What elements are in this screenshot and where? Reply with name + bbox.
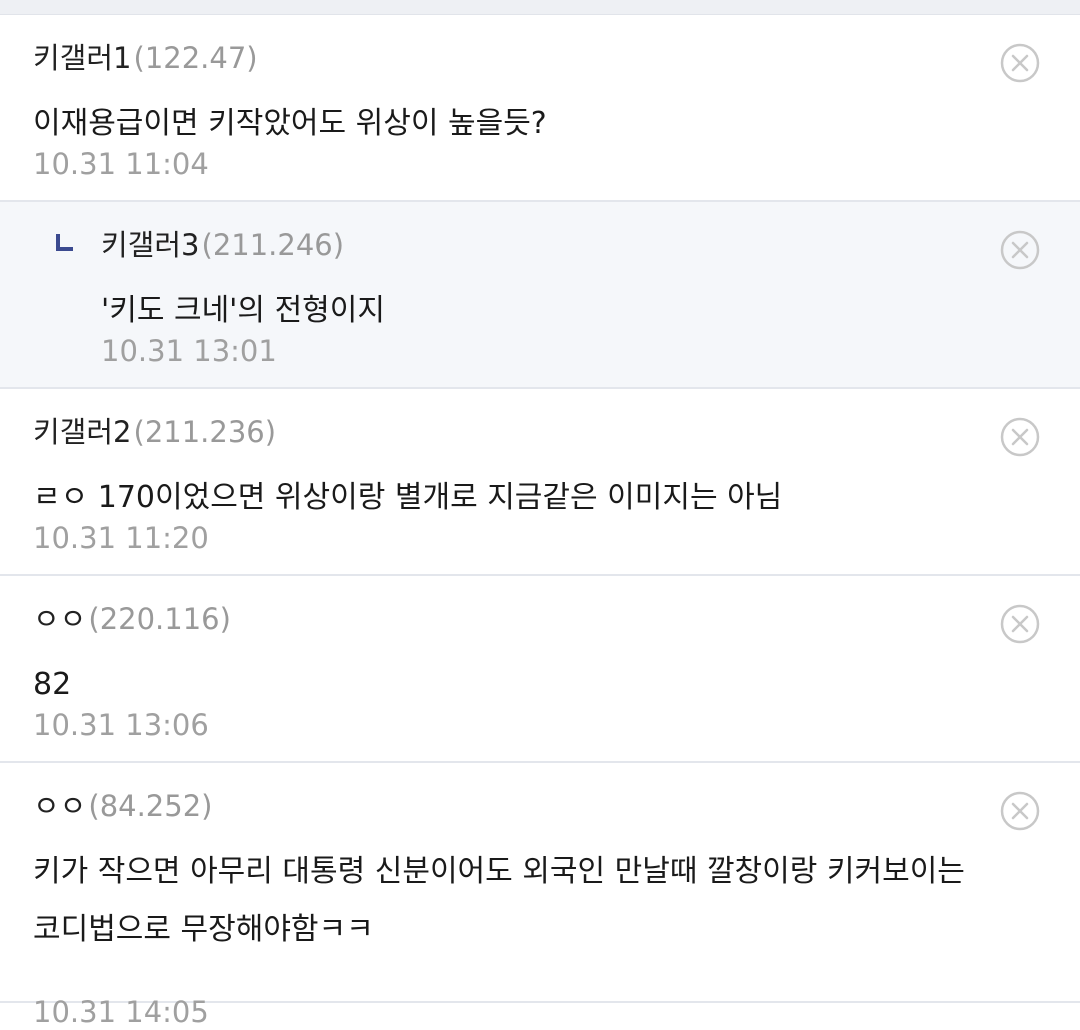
close-circle-icon bbox=[1000, 791, 1040, 831]
comment-nickname[interactable]: 키갤러2 bbox=[33, 415, 132, 449]
comment-ip: (220.116) bbox=[88, 602, 231, 636]
reply-arrow-icon bbox=[56, 234, 73, 251]
comment-ip: (211.236) bbox=[133, 415, 277, 449]
comment-text: ㄹㅇ 170이었으면 위상이랑 별개로 지금같은 이미지는 아님 bbox=[33, 480, 783, 515]
comment-timestamp: 10.31 14:05 bbox=[33, 995, 209, 1029]
comment-nickname[interactable]: ㅇㅇ bbox=[33, 602, 86, 636]
close-circle-icon bbox=[1000, 43, 1040, 83]
comment-item: 키갤러2(211.236) ㄹㅇ 170이었으면 위상이랑 별개로 지금같은 이… bbox=[0, 389, 1080, 576]
delete-comment-button[interactable] bbox=[1000, 791, 1040, 831]
reply-item: 키갤러3(211.246) '키도 크네'의 전형이지 10.31 13:01 bbox=[0, 202, 1080, 389]
delete-comment-button[interactable] bbox=[1000, 417, 1040, 457]
close-circle-icon bbox=[1000, 417, 1040, 457]
comment-text: 82 bbox=[33, 667, 72, 702]
comment-text: '키도 크네'의 전형이지 bbox=[101, 293, 385, 328]
comment-timestamp: 10.31 11:20 bbox=[33, 521, 209, 555]
comment-meta: 키갤러2(211.236) bbox=[33, 414, 276, 450]
comment-meta: 키갤러3(211.246) bbox=[101, 227, 344, 263]
comment-nickname[interactable]: 키갤러1 bbox=[33, 41, 132, 75]
close-circle-icon bbox=[1000, 230, 1040, 270]
comment-meta: ㅇㅇ(220.116) bbox=[33, 601, 231, 637]
comment-list: 키갤러1(122.47) 이재용급이면 키작았어도 위상이 높을듯? 10.31… bbox=[0, 15, 1080, 1029]
comment-ip: (84.252) bbox=[88, 789, 213, 823]
comment-ip: (122.47) bbox=[133, 41, 258, 75]
comment-meta: 키갤러1(122.47) bbox=[33, 40, 258, 76]
comment-meta: ㅇㅇ(84.252) bbox=[33, 788, 212, 824]
comment-timestamp: 10.31 13:06 bbox=[33, 708, 209, 742]
comment-timestamp: 10.31 11:04 bbox=[33, 147, 209, 181]
comment-ip: (211.246) bbox=[201, 228, 345, 262]
comment-text: 이재용급이면 키작았어도 위상이 높을듯? bbox=[33, 106, 547, 141]
comment-timestamp: 10.31 13:01 bbox=[101, 334, 277, 368]
comment-text: 키가 작으면 아무리 대통령 신분이어도 외국인 만날때 깔창이랑 키커보이는 … bbox=[33, 854, 965, 947]
delete-comment-button[interactable] bbox=[1000, 604, 1040, 644]
comment-item: ㅇㅇ(84.252) 키가 작으면 아무리 대통령 신분이어도 외국인 만날때 … bbox=[0, 763, 1080, 1029]
close-circle-icon bbox=[1000, 604, 1040, 644]
delete-comment-button[interactable] bbox=[1000, 230, 1040, 270]
comment-nickname[interactable]: ㅇㅇ bbox=[33, 789, 86, 823]
comment-item: 키갤러1(122.47) 이재용급이면 키작았어도 위상이 높을듯? 10.31… bbox=[0, 15, 1080, 202]
comment-nickname[interactable]: 키갤러3 bbox=[101, 228, 200, 262]
top-divider-strip bbox=[0, 0, 1080, 15]
comment-item: ㅇㅇ(220.116) 82 10.31 13:06 bbox=[0, 576, 1080, 763]
delete-comment-button[interactable] bbox=[1000, 43, 1040, 83]
